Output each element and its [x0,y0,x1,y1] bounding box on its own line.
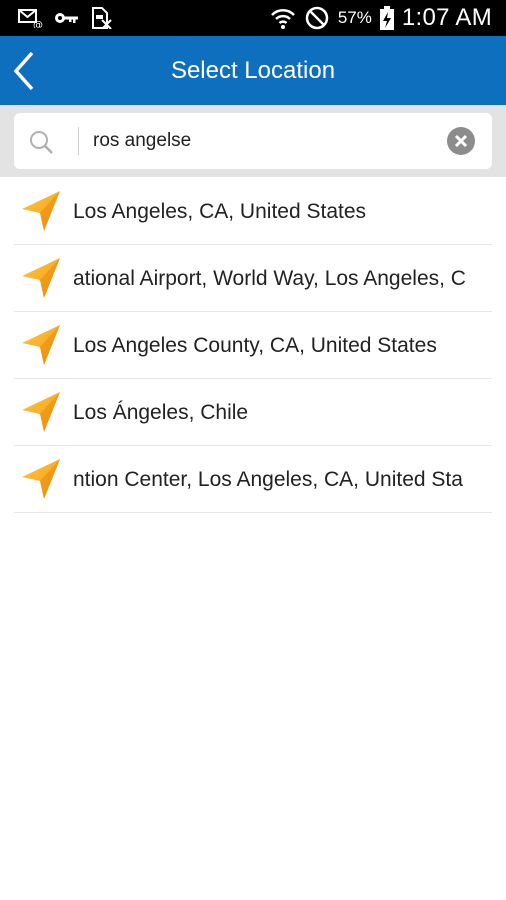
battery-percentage: 57% [337,8,372,27]
location-result-label: ntion Center, Los Angeles, CA, United St… [73,468,463,491]
location-arrow-icon [18,256,62,305]
location-result-label: Los Ángeles, Chile [73,401,249,424]
svg-text:@: @ [33,20,43,28]
select-location-screen: @ 57% 1:07 AM Select Location ros angels… [0,0,506,900]
location-result-item[interactable]: Los Angeles, CA, United States [14,178,492,245]
location-result-item[interactable]: ational Airport, World Way, Los Angeles,… [14,245,492,312]
status-bar: @ 57% 1:07 AM [0,0,506,36]
location-arrow-icon [18,323,62,372]
sim-card-icon [90,7,112,29]
location-results-list: Los Angeles, CA, United States ational A… [14,178,492,513]
status-time: 1:07 AM [401,4,492,31]
location-result-item[interactable]: Los Ángeles, Chile [14,379,492,446]
clear-icon [447,127,475,155]
page-title: Select Location [170,57,336,84]
location-result-label: Los Angeles County, CA, United States [73,334,437,357]
search-divider [78,127,79,155]
search-area [0,105,506,177]
location-arrow-icon [18,189,62,238]
location-result-item[interactable]: ntion Center, Los Angeles, CA, United St… [14,446,492,513]
status-bar-right: 57% 1:07 AM [270,4,492,32]
location-arrow-icon [18,457,62,506]
location-result-item[interactable]: Los Angeles County, CA, United States [14,312,492,379]
wifi-icon [270,6,296,30]
do-not-disturb-icon [304,5,330,31]
search-icon [28,129,54,160]
location-result-label: Los Angeles, CA, United States [73,200,367,223]
battery-charging-icon [379,6,394,30]
location-result-label: ational Airport, World Way, Los Angeles,… [73,267,466,290]
search-box [14,113,492,169]
email-notification-icon: @ [18,8,44,28]
search-input[interactable] [93,123,443,159]
status-bar-left: @ [18,7,112,29]
app-header: Select Location [0,36,506,105]
key-icon [54,8,80,28]
location-arrow-icon [18,390,62,439]
clear-search-button[interactable] [446,126,476,156]
